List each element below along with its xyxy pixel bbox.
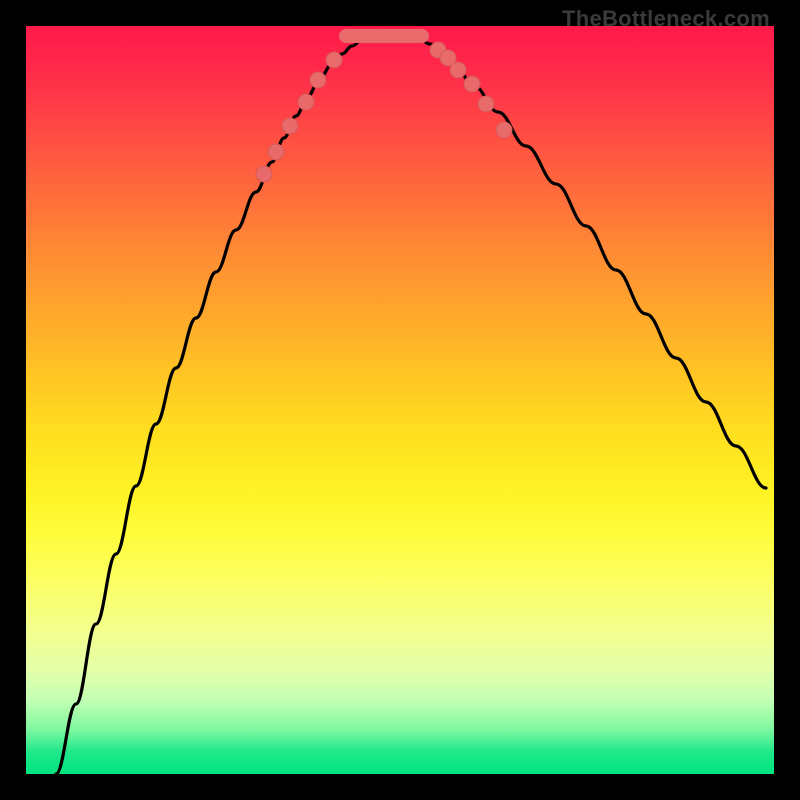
marker-dots bbox=[256, 42, 512, 182]
plot-area bbox=[26, 26, 774, 774]
bottleneck-curve bbox=[56, 36, 766, 774]
chart-svg bbox=[26, 26, 774, 774]
watermark-text: TheBottleneck.com bbox=[562, 6, 770, 32]
outer-frame: TheBottleneck.com bbox=[0, 0, 800, 800]
